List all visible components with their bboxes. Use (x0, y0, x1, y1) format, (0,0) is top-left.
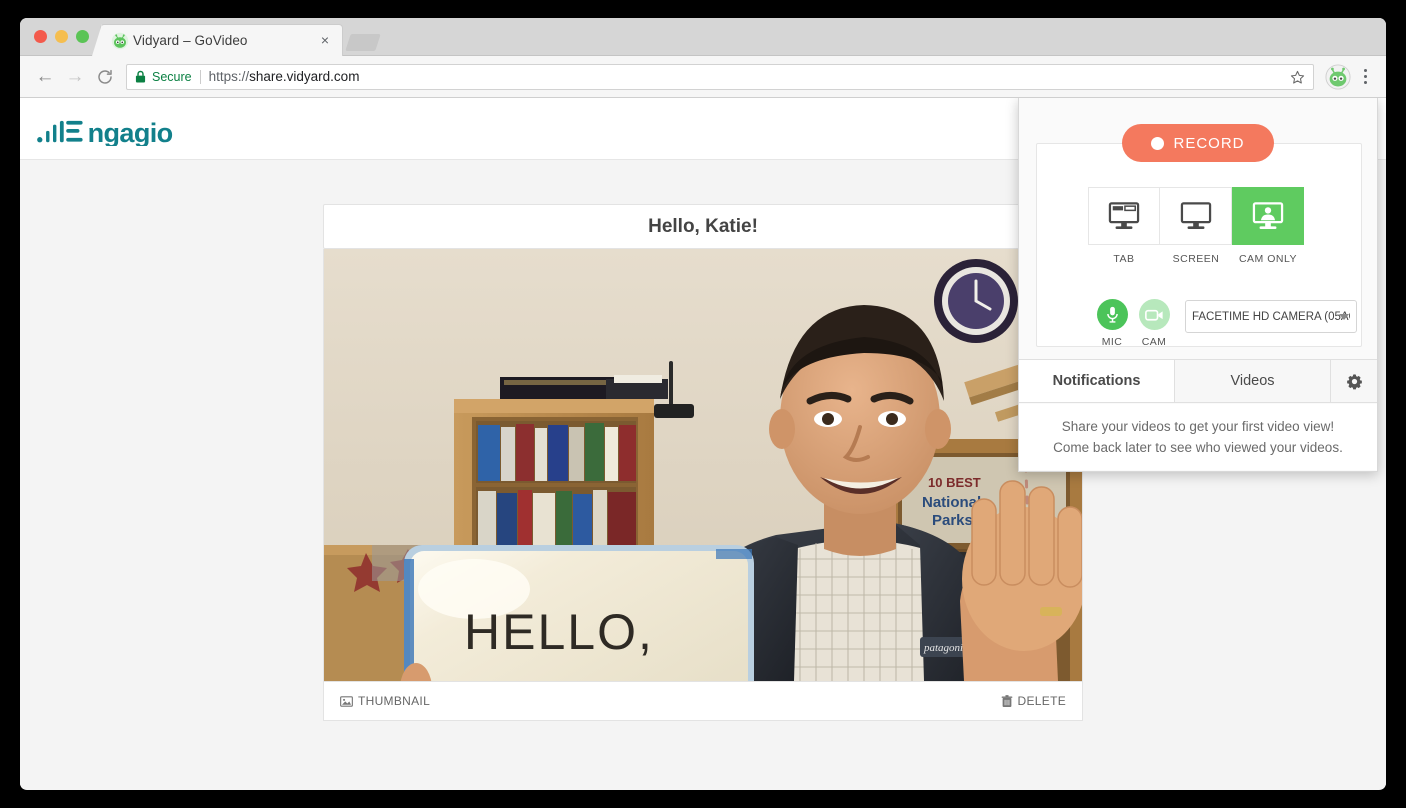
thumbnail-label: THUMBNAIL (358, 694, 431, 708)
capture-mode-cam-only[interactable]: CAM ONLY (1232, 187, 1304, 265)
image-icon (340, 695, 353, 707)
mic-toggle[interactable]: MIC (1091, 299, 1133, 348)
notifications-panel: Share your videos to get your first vide… (1019, 404, 1377, 470)
lock-icon (135, 70, 146, 83)
vidyard-extension-popup: RECORD TAB SCREEN CAM ONLY MIC CAM FACET… (1018, 98, 1378, 472)
capture-mode-tab[interactable]: TAB (1088, 187, 1160, 265)
tab-strip: Vidyard – GoVideo × (20, 18, 1386, 56)
page-viewport: ngagio Hello, Katie! 10 BEST National Pa… (20, 98, 1386, 789)
cam-label: CAM (1141, 336, 1167, 348)
settings-button[interactable] (1331, 360, 1377, 402)
tab-left-edge (92, 24, 102, 56)
maximize-window-button[interactable] (76, 30, 89, 43)
video-card: Hello, Katie! 10 BEST National Parks pat… (323, 204, 1083, 721)
bookmark-star-icon[interactable] (1289, 69, 1306, 86)
cam-only-mode-tile[interactable] (1232, 187, 1304, 245)
microphone-icon (1106, 306, 1118, 323)
cam-toggle-circle[interactable] (1138, 299, 1170, 330)
close-window-button[interactable] (34, 30, 47, 43)
security-label: Secure (152, 69, 192, 84)
cam-toggle[interactable]: CAM (1133, 299, 1175, 348)
video-still[interactable]: 10 BEST National Parks patagonia HELLO, (323, 249, 1083, 681)
record-button[interactable]: RECORD (1122, 124, 1274, 162)
kebab-dot (1363, 75, 1367, 78)
tab-title: Vidyard – GoVideo (133, 33, 248, 48)
camera-select-value: FACETIME HD CAMERA (05AC:... (1192, 310, 1350, 323)
record-button-label: RECORD (1173, 134, 1245, 152)
popup-tabs: Notifications Videos (1019, 359, 1377, 403)
cam-only-mode-label: CAM ONLY (1238, 253, 1298, 265)
new-tab-button[interactable] (345, 34, 381, 51)
tab-mode-tile[interactable] (1088, 187, 1160, 245)
forward-button[interactable]: → (60, 62, 90, 92)
page-title: Hello, Katie! (648, 215, 758, 237)
minimize-window-button[interactable] (55, 30, 68, 43)
svg-text:10 BEST: 10 BEST (928, 475, 981, 490)
video-actions-bar: THUMBNAIL DELETE (323, 681, 1083, 721)
capture-mode-screen[interactable]: SCREEN (1160, 187, 1232, 265)
browser-tab[interactable]: Vidyard – GoVideo × (92, 24, 343, 56)
kebab-dot (1363, 81, 1367, 84)
tab-notifications[interactable]: Notifications (1019, 360, 1175, 402)
camera-select[interactable]: FACETIME HD CAMERA (05AC:... (1185, 300, 1357, 333)
thumbnail-button[interactable]: THUMBNAIL (340, 694, 430, 708)
vidyard-alien-icon (111, 32, 129, 50)
trash-icon (1001, 694, 1012, 707)
svg-text:ngagio: ngagio (88, 117, 173, 146)
delete-label: DELETE (1017, 694, 1066, 708)
url-text: https://share.vidyard.com (209, 69, 360, 84)
tab-mode-label: TAB (1113, 253, 1135, 265)
vidyard-extension-icon[interactable] (1325, 63, 1351, 90)
screen-mode-tile[interactable] (1160, 187, 1232, 245)
tab-window-icon (1108, 202, 1140, 229)
capture-mode-group: TAB SCREEN CAM ONLY (1088, 187, 1304, 265)
svg-text:HELLO,: HELLO, (464, 604, 654, 660)
tab-videos[interactable]: Videos (1175, 360, 1331, 402)
notifications-line-1: Share your videos to get your first vide… (1061, 419, 1335, 434)
back-button[interactable]: ← (30, 62, 60, 92)
reload-icon (98, 69, 112, 84)
record-options-panel: TAB SCREEN CAM ONLY MIC CAM FACETIME HD … (1036, 143, 1362, 348)
video-camera-icon (1144, 309, 1163, 321)
chrome-menu-kebab-icon[interactable] (1354, 64, 1376, 90)
url-scheme: https:// (208, 69, 250, 84)
browser-window: Vidyard – GoVideo × ← → Secure https://s… (20, 18, 1386, 790)
browser-toolbar: ← → Secure https://share.vidyard.com (20, 56, 1386, 98)
video-title-bar: Hello, Katie! (323, 204, 1083, 249)
tab-close-icon[interactable]: × (318, 33, 332, 48)
mic-toggle-circle[interactable] (1096, 299, 1128, 330)
svg-text:KATIE!: KATIE! (464, 671, 643, 681)
delete-button[interactable]: DELETE (1001, 694, 1066, 708)
mic-label: MIC (1101, 336, 1123, 348)
monitor-screen-icon (1180, 202, 1211, 229)
device-controls: MIC CAM FACETIME HD CAMERA (05AC:... (1091, 299, 1357, 348)
gear-icon (1346, 373, 1362, 389)
record-dot-icon (1151, 136, 1165, 150)
video-still-image: 10 BEST National Parks patagonia HELLO, (324, 249, 1082, 681)
url-host: share.vidyard.com (249, 69, 360, 84)
svg-text:Parks: Parks (932, 512, 973, 529)
kebab-dot (1363, 69, 1367, 72)
engagio-logo: ngagio (37, 117, 173, 146)
screen-mode-label: SCREEN (1172, 253, 1220, 265)
chevron-down-icon (1339, 314, 1349, 320)
camera-person-icon (1252, 202, 1283, 229)
address-bar[interactable]: Secure https://share.vidyard.com (126, 63, 1314, 90)
notifications-line-2: Come back later to see who viewed your v… (1053, 440, 1343, 455)
window-traffic-lights (34, 30, 89, 43)
omnibox-divider (199, 69, 201, 84)
reload-button[interactable] (90, 62, 120, 92)
